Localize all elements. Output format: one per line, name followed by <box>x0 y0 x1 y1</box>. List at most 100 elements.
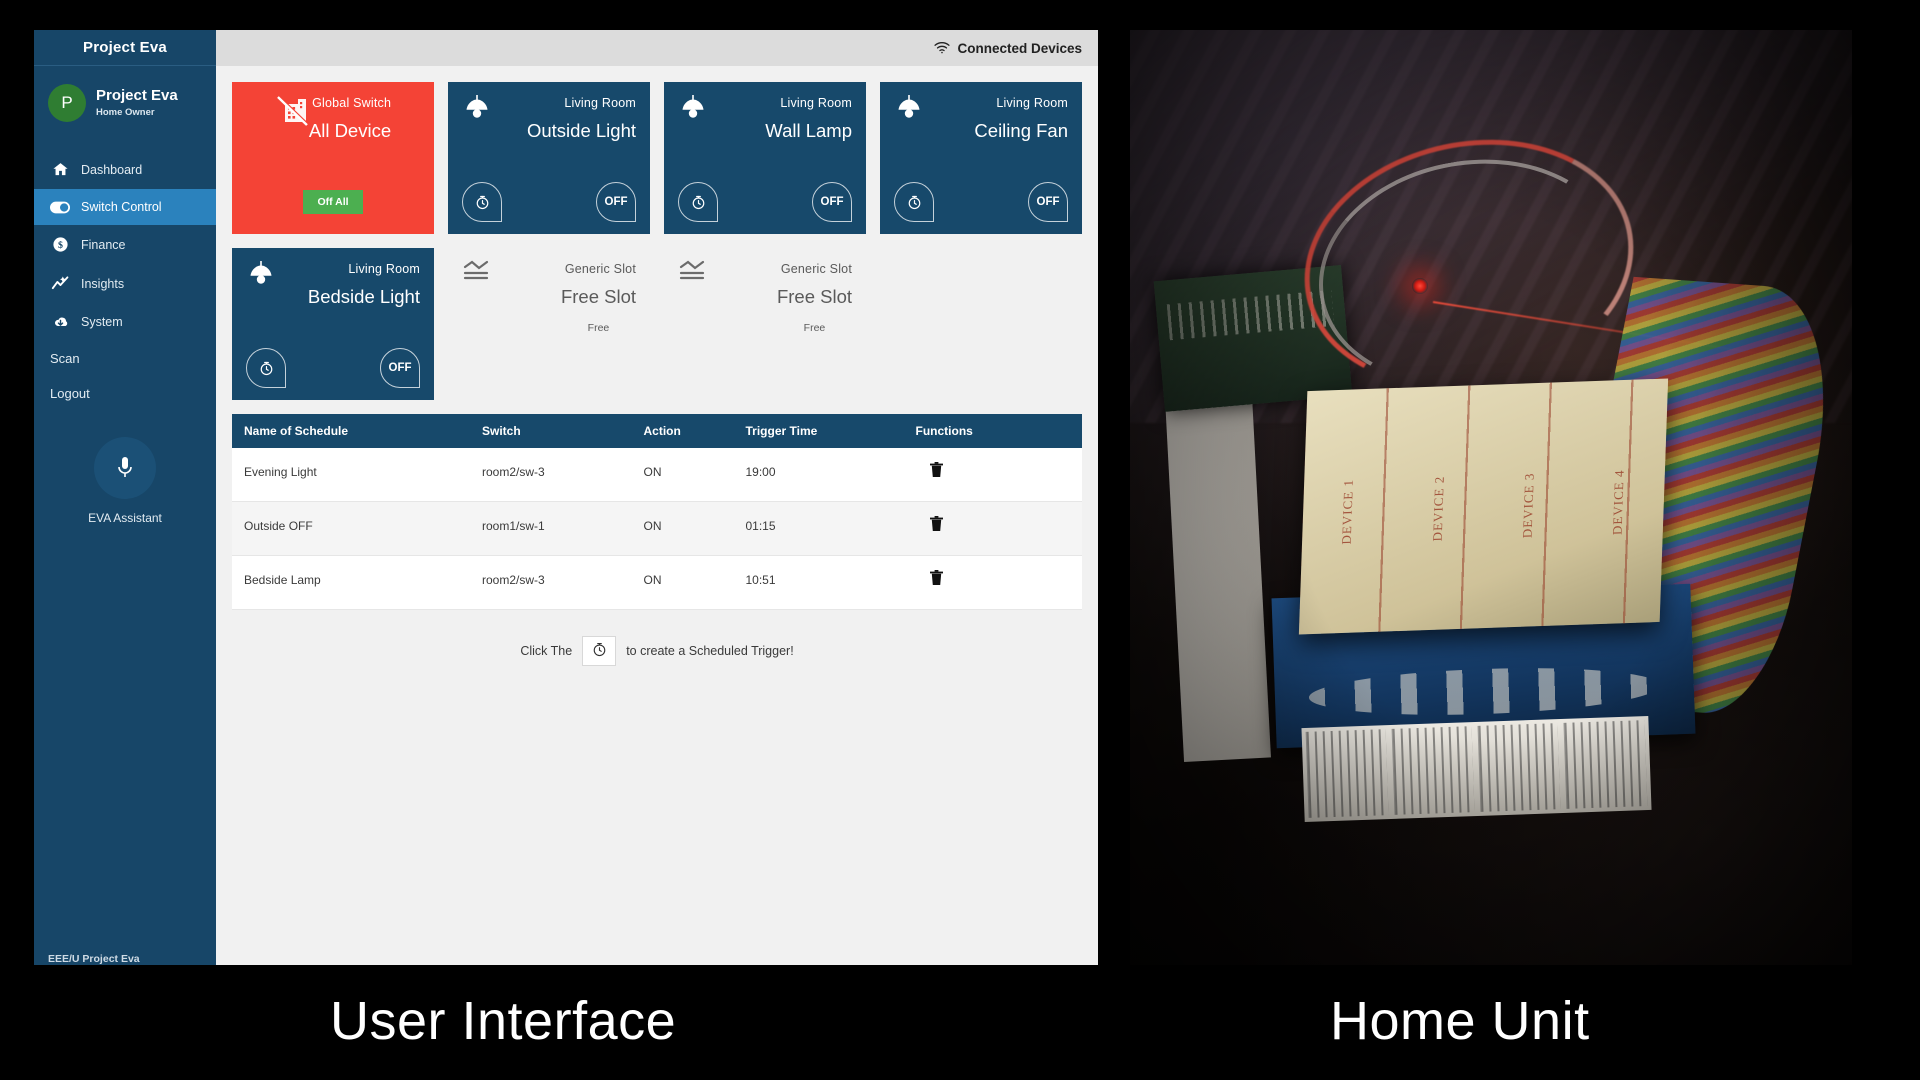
card-free-slot-1[interactable]: Generic Slot Free Slot Free <box>448 248 650 400</box>
profile-role: Home Owner <box>96 107 155 119</box>
table-header-switch: Switch <box>470 414 632 448</box>
avatar: P <box>48 84 86 122</box>
card-room-label: Generic Slot <box>564 262 636 276</box>
sidebar: Project Eva P Project Eva Home Owner Das… <box>34 30 216 965</box>
switch-cards-section: Global Switch All Device Off All Living … <box>216 66 1098 414</box>
cell-action: ON <box>631 448 734 502</box>
table-row: Outside OFF room1/sw-1 ON 01:15 <box>232 501 1082 556</box>
timer-button[interactable] <box>678 182 718 222</box>
sidebar-item-dashboard[interactable]: Dashboard <box>34 150 216 189</box>
create-trigger-button[interactable] <box>582 636 617 666</box>
card-title: Ceiling Fan <box>974 120 1068 141</box>
table-header-action: Action <box>631 414 734 448</box>
power-state-button[interactable]: OFF <box>812 182 852 222</box>
toggle-icon <box>50 201 70 214</box>
sidebar-item-scan[interactable]: Scan <box>34 341 216 376</box>
connected-devices-label: Connected Devices <box>957 40 1082 56</box>
screenshot-stage: Project Eva P Project Eva Home Owner Das… <box>0 0 1920 1080</box>
card-title: All Device <box>308 120 392 141</box>
content-area: Connected Devices Global Switch All Devi… <box>216 30 1098 965</box>
table-row: Bedside Lamp room2/sw-3 ON 10:51 <box>232 555 1082 610</box>
sidebar-brand: Project Eva <box>34 30 216 66</box>
timer-icon <box>691 195 706 210</box>
profile-name: Project Eva <box>96 86 178 104</box>
sidebar-item-insights[interactable]: Insights <box>34 264 216 303</box>
cell-action: ON <box>631 555 734 610</box>
hint-text-before: Click The <box>520 644 573 658</box>
signal-slot-icon <box>678 260 712 294</box>
card-title: Free Slot <box>776 286 852 307</box>
microphone-icon[interactable] <box>94 437 156 499</box>
card-ceiling-fan[interactable]: Living Room Ceiling Fan OFF <box>880 82 1082 234</box>
trash-icon[interactable] <box>916 570 943 586</box>
sidebar-item-label: Dashboard <box>81 162 143 177</box>
user-interface-panel: Project Eva P Project Eva Home Owner Das… <box>34 30 1098 965</box>
off-all-button[interactable]: Off All <box>303 190 363 214</box>
cloud-download-icon <box>50 314 70 330</box>
caption-user-interface: User Interface <box>330 991 677 1051</box>
card-room-label: Living Room <box>564 96 636 110</box>
card-empty-placeholder <box>880 248 1082 400</box>
timer-icon <box>907 195 922 210</box>
timer-icon <box>475 195 490 210</box>
power-state-button[interactable]: OFF <box>380 348 420 388</box>
sidebar-item-logout[interactable]: Logout <box>34 376 216 411</box>
sidebar-item-label: Finance <box>81 237 126 252</box>
timer-icon <box>592 642 607 660</box>
timer-button[interactable] <box>894 182 934 222</box>
cards-row: Living Room Bedside Light OFF Generic Sl… <box>232 248 1082 400</box>
table-header-trigger-time: Trigger Time <box>733 414 904 448</box>
eva-assistant: EVA Assistant <box>34 437 216 525</box>
trash-icon[interactable] <box>916 462 943 478</box>
sidebar-item-label: System <box>81 315 123 329</box>
sidebar-nav: Dashboard Switch Control $ Finance Insig… <box>34 150 216 411</box>
photo-vignette <box>1130 30 1852 965</box>
card-free-slot-2[interactable]: Generic Slot Free Slot Free <box>664 248 866 400</box>
card-title: Free Slot <box>560 286 636 307</box>
card-sub-label: Free <box>803 322 826 334</box>
pendant-lamp-icon <box>894 94 928 128</box>
trash-icon[interactable] <box>916 516 943 532</box>
chart-icon <box>50 275 70 292</box>
cell-time: 19:00 <box>733 448 904 502</box>
caption-home-unit: Home Unit <box>1330 991 1590 1051</box>
table-header-functions: Functions <box>903 414 1082 448</box>
sidebar-item-label: Insights <box>81 276 125 291</box>
card-title: Outside Light <box>526 120 636 141</box>
topbar: Connected Devices <box>216 30 1098 66</box>
sidebar-item-switch-control[interactable]: Switch Control <box>34 189 216 225</box>
power-state-button[interactable]: OFF <box>1028 182 1068 222</box>
sidebar-item-finance[interactable]: $ Finance <box>34 225 216 264</box>
timer-icon <box>259 361 274 376</box>
signal-slot-icon <box>462 260 496 294</box>
wifi-icon <box>934 42 951 54</box>
pendant-lamp-icon <box>678 94 712 128</box>
card-outside-light[interactable]: Living Room Outside Light OFF <box>448 82 650 234</box>
cell-name: Bedside Lamp <box>232 555 470 610</box>
user-profile[interactable]: P Project Eva Home Owner <box>34 66 216 144</box>
card-wall-lamp[interactable]: Living Room Wall Lamp OFF <box>664 82 866 234</box>
schedule-table: Name of Schedule Switch Action Trigger T… <box>232 414 1082 610</box>
sidebar-item-label: Switch Control <box>81 200 162 214</box>
card-global-switch[interactable]: Global Switch All Device Off All <box>232 82 434 234</box>
cards-row: Global Switch All Device Off All Living … <box>232 82 1082 234</box>
eva-assistant-label: EVA Assistant <box>88 511 162 525</box>
power-state-button[interactable]: OFF <box>596 182 636 222</box>
hint-text-after: to create a Scheduled Trigger! <box>626 644 794 658</box>
dollar-icon: $ <box>50 236 70 253</box>
card-room-label: Living Room <box>348 262 420 276</box>
cell-name: Outside OFF <box>232 501 470 556</box>
sidebar-footer: EEE/U Project Eva <box>48 953 140 965</box>
cell-switch: room1/sw-1 <box>470 501 632 556</box>
card-bedside-light[interactable]: Living Room Bedside Light OFF <box>232 248 434 400</box>
cell-switch: room2/sw-3 <box>470 555 632 610</box>
timer-button[interactable] <box>462 182 502 222</box>
cell-switch: room2/sw-3 <box>470 448 632 502</box>
home-icon <box>50 161 70 178</box>
svg-text:$: $ <box>58 240 63 251</box>
cell-action: ON <box>631 501 734 556</box>
sidebar-item-system[interactable]: System <box>34 303 216 341</box>
table-header-row: Name of Schedule Switch Action Trigger T… <box>232 414 1082 448</box>
building-slash-icon <box>275 94 309 128</box>
timer-button[interactable] <box>246 348 286 388</box>
